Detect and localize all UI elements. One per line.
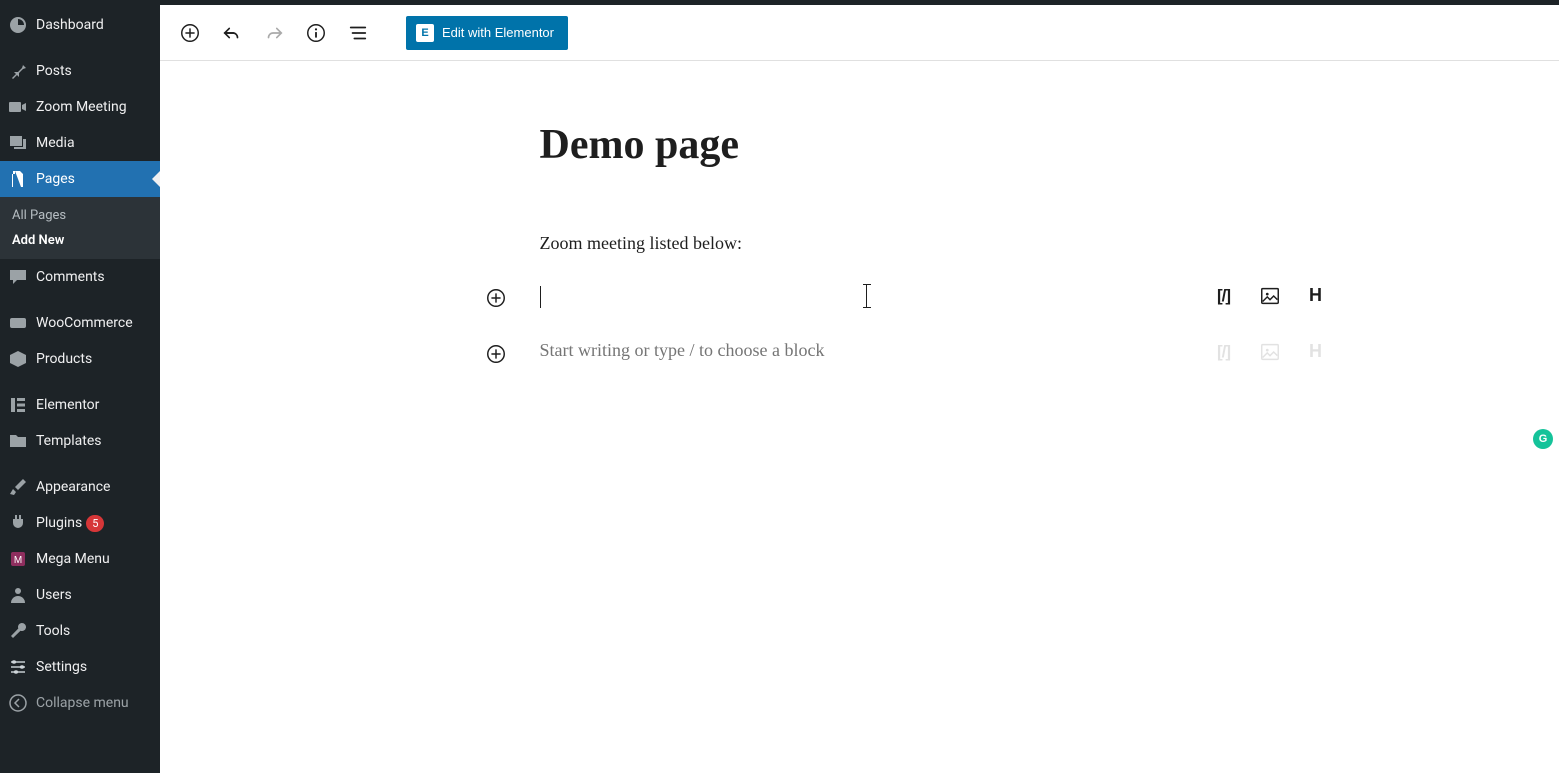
elementor-logo-icon: E <box>416 24 434 42</box>
sidebar-item-label: Tools <box>36 623 70 639</box>
mega-menu-icon: M <box>8 549 28 569</box>
submenu-all-pages[interactable]: All Pages <box>0 203 160 228</box>
page-title[interactable]: Demo page <box>540 121 1180 169</box>
add-block-inline-button[interactable] <box>484 342 508 366</box>
sidebar-item-pages[interactable]: Pages <box>0 161 160 197</box>
add-block-button[interactable] <box>172 15 208 51</box>
sidebar-item-tools[interactable]: Tools <box>0 613 160 649</box>
edit-with-elementor-button[interactable]: E Edit with Elementor <box>406 16 568 50</box>
sidebar-item-label: Zoom Meeting <box>36 99 127 115</box>
sidebar-item-label: Pages <box>36 171 75 187</box>
block-appender-placeholder[interactable]: Start writing or type / to choose a bloc… <box>540 340 1180 361</box>
pages-submenu: All Pages Add New <box>0 197 160 259</box>
info-button[interactable] <box>298 15 334 51</box>
sidebar-item-elementor[interactable]: Elementor <box>0 387 160 423</box>
sidebar-item-label: WooCommerce <box>36 315 133 331</box>
editor-area: E Edit with Elementor Demo page Zoom mee… <box>160 5 1559 773</box>
sidebar-item-label: Settings <box>36 659 87 675</box>
text-cursor-icon <box>866 284 868 308</box>
products-icon <box>8 349 28 369</box>
outline-button[interactable] <box>340 15 376 51</box>
media-icon <box>8 133 28 153</box>
sidebar-item-zoom-meeting[interactable]: Zoom Meeting <box>0 89 160 125</box>
paragraph-block[interactable]: Zoom meeting listed below: <box>540 229 1180 258</box>
sidebar-item-label: Collapse menu <box>36 695 129 711</box>
sidebar-item-comments[interactable]: Comments <box>0 259 160 295</box>
sidebar-item-label: Posts <box>36 63 72 79</box>
sidebar-item-label: Users <box>36 587 72 603</box>
sidebar-item-settings[interactable]: Settings <box>0 649 160 685</box>
collapse-icon <box>8 693 28 713</box>
sidebar-item-products[interactable]: Products <box>0 341 160 377</box>
dashboard-icon <box>8 15 28 35</box>
sidebar-item-label: Media <box>36 135 75 151</box>
sidebar-item-posts[interactable]: Posts <box>0 53 160 89</box>
image-block-button <box>1258 340 1282 364</box>
redo-button[interactable] <box>256 15 292 51</box>
woocommerce-icon <box>8 313 28 333</box>
submenu-add-new[interactable]: Add New <box>0 228 160 253</box>
users-icon <box>8 585 28 605</box>
comment-icon <box>8 267 28 287</box>
sidebar-item-label: Products <box>36 351 92 367</box>
wrench-icon <box>8 621 28 641</box>
sidebar-item-label: Dashboard <box>36 17 104 33</box>
pin-icon <box>8 61 28 81</box>
sidebar-item-label: Appearance <box>36 479 110 495</box>
sidebar-item-users[interactable]: Users <box>0 577 160 613</box>
sidebar-item-label: Templates <box>36 433 102 449</box>
heading-block-button[interactable]: H <box>1304 284 1328 308</box>
sidebar-item-collapse[interactable]: Collapse menu <box>0 685 160 721</box>
heading-block-button: H <box>1304 340 1328 364</box>
undo-button[interactable] <box>214 15 250 51</box>
sidebar-item-label: Elementor <box>36 397 99 413</box>
grammarly-icon[interactable]: G <box>1533 429 1553 449</box>
sidebar-item-plugins[interactable]: Plugins 5 <box>0 505 160 541</box>
sidebar-item-templates[interactable]: Templates <box>0 423 160 459</box>
image-block-button[interactable] <box>1258 284 1282 308</box>
editor-toolbar: E Edit with Elementor <box>160 5 1559 61</box>
sidebar-item-label: Comments <box>36 269 105 285</box>
elementor-icon <box>8 395 28 415</box>
svg-text:M: M <box>14 555 22 566</box>
block-shortcuts-faded: [/] H <box>1212 340 1328 364</box>
plug-icon <box>8 513 28 533</box>
sidebar-item-media[interactable]: Media <box>0 125 160 161</box>
appender-block-row: Start writing or type / to choose a bloc… <box>540 340 1180 370</box>
sidebar-item-appearance[interactable]: Appearance <box>0 469 160 505</box>
elementor-button-label: Edit with Elementor <box>442 25 554 40</box>
plugins-badge: 5 <box>86 515 104 532</box>
sidebar-item-mega-menu[interactable]: M Mega Menu <box>0 541 160 577</box>
add-block-inline-button[interactable] <box>484 286 508 310</box>
brush-icon <box>8 477 28 497</box>
pages-icon <box>8 169 28 189</box>
sidebar-item-label: Plugins <box>36 515 82 531</box>
sidebar-item-dashboard[interactable]: Dashboard <box>0 5 160 43</box>
admin-sidebar: Dashboard Posts Zoom Meeting Media Pages… <box>0 5 160 773</box>
sidebar-item-label: Mega Menu <box>36 551 110 567</box>
editor-canvas[interactable]: Demo page Zoom meeting listed below: [/]… <box>160 61 1559 773</box>
shortcode-block-button[interactable]: [/] <box>1212 284 1236 308</box>
empty-block-row: [/] H <box>540 284 1180 314</box>
shortcode-block-button: [/] <box>1212 340 1236 364</box>
video-icon <box>8 97 28 117</box>
sidebar-item-woocommerce[interactable]: WooCommerce <box>0 305 160 341</box>
empty-paragraph-input[interactable] <box>540 284 1180 312</box>
sliders-icon <box>8 657 28 677</box>
block-shortcuts: [/] H <box>1212 284 1328 308</box>
folder-icon <box>8 431 28 451</box>
